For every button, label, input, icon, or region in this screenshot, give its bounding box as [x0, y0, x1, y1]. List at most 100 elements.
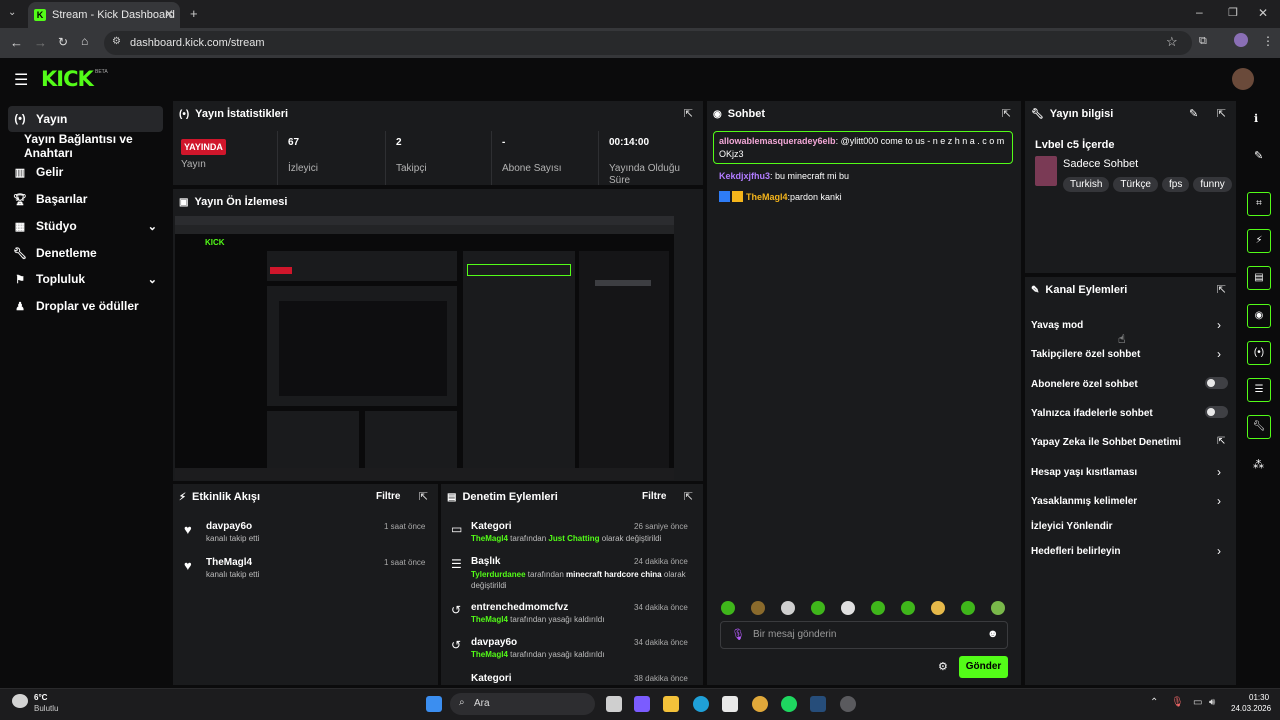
task-view-icon[interactable]: [606, 696, 622, 712]
spotify-icon[interactable]: [781, 696, 797, 712]
emote-icon[interactable]: [811, 601, 825, 615]
tag[interactable]: fps: [1161, 177, 1190, 192]
action-host-viewers[interactable]: İzleyici Yönlendir: [1031, 521, 1113, 532]
stream-category[interactable]: Sadece Sohbet: [1063, 158, 1138, 170]
notes-button[interactable]: ▤: [1247, 266, 1271, 290]
broadcast-toggle-button[interactable]: (•): [1247, 341, 1271, 365]
chevron-right-icon[interactable]: ›: [1217, 494, 1221, 508]
reload-icon[interactable]: ↻: [58, 35, 68, 49]
chevron-right-icon[interactable]: ›: [1217, 347, 1221, 361]
browser-menu-icon[interactable]: ⋮: [1262, 34, 1274, 48]
layout-button[interactable]: ☰: [1247, 378, 1271, 402]
stream-preview-video[interactable]: KICK: [175, 216, 674, 480]
expand-icon[interactable]: ⇱: [1217, 107, 1226, 120]
emotes-only-toggle[interactable]: [1205, 406, 1228, 418]
expand-icon[interactable]: ⇱: [419, 490, 428, 503]
action-account-age[interactable]: Hesap yaşı kısıtlaması: [1031, 467, 1137, 478]
forward-icon[interactable]: →: [34, 35, 47, 50]
taskbar-search[interactable]: Ara: [450, 693, 595, 715]
sidebar-item-stream-key[interactable]: Yayın Bağlantısı ve Anahtarı: [20, 132, 170, 160]
send-button[interactable]: Gönder: [959, 656, 1008, 678]
edge-icon[interactable]: [693, 696, 709, 712]
maximize-icon[interactable]: ❐: [1228, 6, 1238, 19]
emote-icon[interactable]: [961, 601, 975, 615]
minimize-icon[interactable]: –: [1196, 5, 1203, 19]
action-slow-mode[interactable]: Yavaş mod: [1031, 320, 1083, 331]
chat-message[interactable]: TheMagl4: pardon kanki: [719, 191, 842, 202]
sidebar-item-basarilar[interactable]: 🏆︎ Başarılar: [8, 186, 163, 212]
action-followers-only[interactable]: Takipçilere özel sohbet: [1031, 349, 1140, 360]
chat-username[interactable]: TheMagl4: [746, 192, 788, 202]
quick-action-button[interactable]: ⚡︎: [1247, 229, 1271, 253]
action-ai-moderation[interactable]: Yapay Zeka ile Sohbet Denetimi: [1031, 437, 1181, 448]
emote-icon[interactable]: [871, 601, 885, 615]
steam-icon[interactable]: [810, 696, 826, 712]
volume-icon[interactable]: 🔊︎: [1209, 697, 1215, 708]
emote-icon[interactable]: [991, 601, 1005, 615]
tab-list-icon[interactable]: ⌄: [8, 7, 16, 18]
copilot-icon[interactable]: [634, 696, 650, 712]
emote-icon[interactable]: [721, 601, 735, 615]
chat-input[interactable]: Bir mesaj gönderin: [720, 621, 1008, 649]
extensions-icon[interactable]: ⧉: [1199, 35, 1207, 48]
action-banned-words[interactable]: Yasaklanmış kelimeler: [1031, 496, 1137, 507]
tag[interactable]: Turkish: [1063, 177, 1110, 192]
chat-message-highlighted[interactable]: allowablemasqueradey6elb: @ylitt000 come…: [713, 131, 1013, 164]
tray-chevron-icon[interactable]: ⌃: [1150, 697, 1158, 708]
mod-actor[interactable]: TheMagl4: [471, 615, 508, 624]
microphone-icon[interactable]: 🎙︎: [731, 628, 745, 641]
sidebar-item-gelir[interactable]: ▥ Gelir: [8, 159, 163, 185]
url-field[interactable]: dashboard.kick.com/stream: [104, 31, 1192, 55]
clock-date[interactable]: 24.03.2026: [1231, 704, 1271, 713]
emoji-icon[interactable]: ☻: [987, 628, 999, 640]
profile-avatar-icon[interactable]: [1234, 33, 1248, 47]
mod-actor[interactable]: Tylerdurdanee: [471, 570, 526, 579]
emote-icon[interactable]: [901, 601, 915, 615]
emote-icon[interactable]: [751, 601, 765, 615]
expand-icon[interactable]: ⇱: [1002, 107, 1011, 120]
weather-cloud-icon[interactable]: [12, 694, 28, 708]
hamburger-menu-icon[interactable]: ☰: [14, 70, 28, 90]
home-icon[interactable]: ⌂: [81, 34, 88, 48]
expand-icon[interactable]: ⇱: [684, 107, 693, 120]
user-avatar[interactable]: [1232, 68, 1254, 90]
add-widget-icon[interactable]: ⁂: [1253, 458, 1264, 471]
mic-tray-icon[interactable]: 🎙︎: [1171, 697, 1184, 708]
sidebar-item-droplar[interactable]: ♟ Droplar ve ödüller: [8, 293, 163, 319]
sidebar-item-yayin[interactable]: (•) Yayın: [8, 106, 163, 132]
file-explorer-icon[interactable]: [663, 696, 679, 712]
close-tab-icon[interactable]: ✕: [164, 7, 174, 21]
sidebar-item-studyo[interactable]: ▦ Stüdyo ⌄: [8, 213, 163, 239]
clock-time[interactable]: 01:30: [1249, 693, 1269, 702]
activity-filter-button[interactable]: Filtre: [376, 491, 400, 502]
browser-tab[interactable]: K Stream - Kick Dashboard ✕: [28, 2, 180, 28]
chevron-right-icon[interactable]: ›: [1217, 318, 1221, 332]
subscribers-only-toggle[interactable]: [1205, 377, 1228, 389]
chevron-right-icon[interactable]: ›: [1217, 544, 1221, 558]
weather-text[interactable]: Bulutlu: [34, 704, 58, 713]
chat-username[interactable]: Kekdjxjfhu3: [719, 171, 770, 181]
expand-icon[interactable]: ⇱: [1217, 283, 1226, 296]
focus-mode-button[interactable]: ⌗: [1247, 192, 1271, 216]
back-icon[interactable]: ←: [10, 35, 23, 50]
mod-actor[interactable]: TheMagl4: [471, 650, 508, 659]
external-link-icon[interactable]: ⇱: [1217, 436, 1225, 447]
chat-message[interactable]: Kekdjxjfhu3: bu minecraft mi bu: [719, 171, 849, 181]
chat-settings-icon[interactable]: ⚙: [938, 660, 948, 673]
chrome-icon[interactable]: [752, 696, 768, 712]
site-info-icon[interactable]: ⚙: [112, 36, 121, 47]
chat-username[interactable]: allowablemasqueradey6elb: [719, 136, 836, 146]
emote-icon[interactable]: [931, 601, 945, 615]
moderation-filter-button[interactable]: Filtre: [642, 491, 666, 502]
emote-icon[interactable]: [781, 601, 795, 615]
bookmark-star-icon[interactable]: ☆: [1166, 34, 1178, 50]
windows-start-icon[interactable]: [426, 696, 442, 712]
chat-toggle-button[interactable]: ◉: [1247, 304, 1271, 328]
edit-icon[interactable]: ✎: [1254, 149, 1263, 162]
sidebar-item-denetleme[interactable]: 🔧︎ Denetleme: [8, 240, 163, 266]
close-window-icon[interactable]: ✕: [1258, 6, 1268, 20]
mod-actor[interactable]: TheMagl4: [471, 534, 508, 543]
app-icon[interactable]: [840, 696, 856, 712]
edit-icon[interactable]: ✎: [1189, 107, 1198, 120]
kick-logo[interactable]: KICK: [41, 67, 94, 91]
